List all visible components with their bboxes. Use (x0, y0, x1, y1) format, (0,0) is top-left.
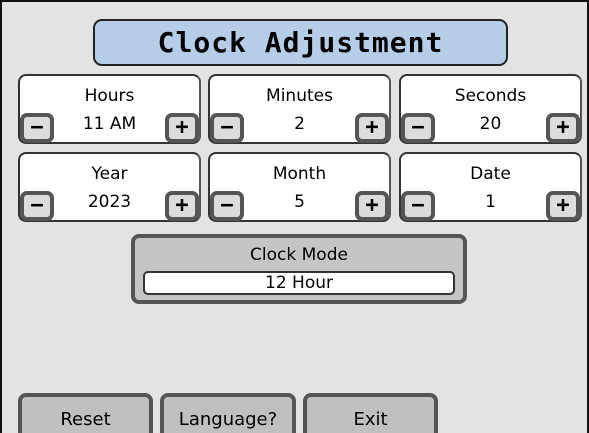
page-title: Clock Adjustment (93, 19, 508, 66)
year-increment-button[interactable]: + (165, 191, 199, 221)
seconds-increment-button[interactable]: + (546, 113, 580, 143)
year-value: 2023 (87, 192, 132, 212)
date-label: Date (470, 164, 511, 184)
hours-increment-button[interactable]: + (165, 113, 199, 143)
exit-button[interactable]: Exit (303, 393, 438, 433)
month-label: Month (272, 164, 327, 184)
year-control: Year − 2023 + (18, 152, 201, 222)
hours-value: 11 AM (82, 114, 137, 134)
minutes-value: 2 (294, 114, 305, 134)
minutes-control: Minutes − 2 + (208, 74, 391, 144)
month-value: 5 (294, 192, 305, 212)
clock-mode-selector[interactable]: 12 Hour (143, 271, 455, 295)
hours-control: Hours − 11 AM + (18, 74, 201, 144)
year-label: Year (91, 164, 128, 184)
year-decrement-button[interactable]: − (20, 191, 54, 221)
hours-label: Hours (84, 86, 135, 106)
minutes-label: Minutes (266, 86, 333, 106)
date-decrement-button[interactable]: − (401, 191, 435, 221)
month-decrement-button[interactable]: − (210, 191, 244, 221)
minutes-decrement-button[interactable]: − (210, 113, 244, 143)
clock-adjustment-screen: Clock Adjustment Hours − 11 AM + Minutes… (0, 0, 589, 433)
date-increment-button[interactable]: + (546, 191, 580, 221)
reset-button[interactable]: Reset (18, 393, 153, 433)
minutes-increment-button[interactable]: + (355, 113, 389, 143)
seconds-control: Seconds − 20 + (399, 74, 582, 144)
seconds-decrement-button[interactable]: − (401, 113, 435, 143)
clock-mode-panel: Clock Mode 12 Hour (131, 234, 467, 304)
hours-decrement-button[interactable]: − (20, 113, 54, 143)
month-control: Month − 5 + (208, 152, 391, 222)
clock-mode-label: Clock Mode (250, 245, 348, 265)
seconds-label: Seconds (454, 86, 527, 106)
date-value: 1 (485, 192, 496, 212)
seconds-value: 20 (479, 114, 502, 134)
month-increment-button[interactable]: + (355, 191, 389, 221)
date-control: Date − 1 + (399, 152, 582, 222)
language-button[interactable]: Language? (160, 393, 296, 433)
